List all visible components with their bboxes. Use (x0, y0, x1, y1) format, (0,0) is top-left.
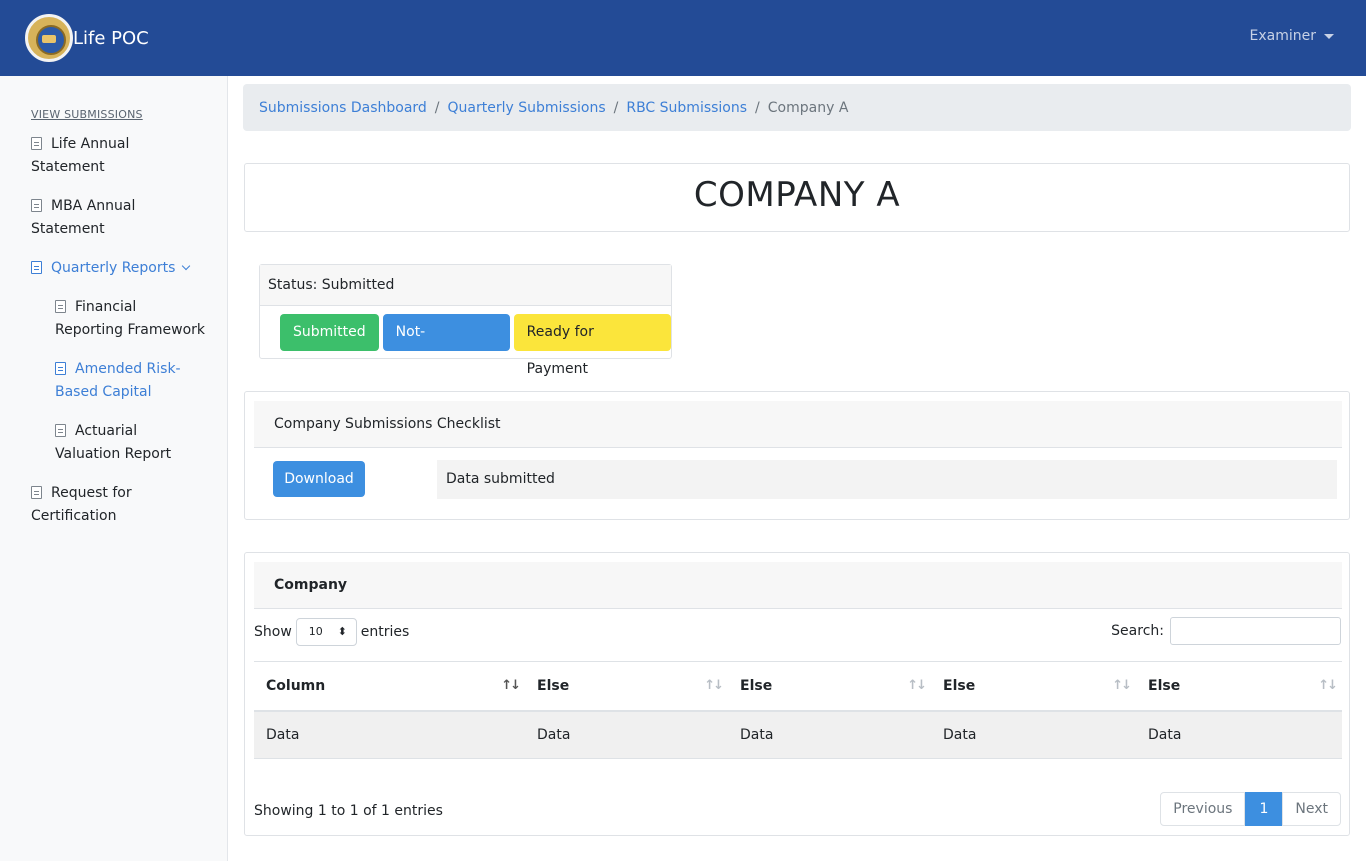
document-icon (31, 486, 42, 499)
sidebar-item-quarterly-reports[interactable]: Quarterly Reports (31, 257, 191, 280)
sidebar-item-label: Statement (31, 221, 105, 237)
table-row[interactable]: Data Data Data Data Data (254, 710, 1342, 759)
document-icon (55, 424, 66, 437)
checklist-status-text: Data submitted (437, 460, 1337, 499)
sidebar-subitem-financial-reporting-framework[interactable]: Financial Reporting Framework (55, 296, 205, 342)
status-label: Status: Submitted (260, 265, 671, 306)
sort-icon: ↑↓ (1318, 678, 1338, 693)
ready-for-payment-button[interactable]: Ready for Payment (513, 314, 671, 377)
sidebar-item-label: Certification (31, 508, 117, 524)
entries-label: entries (360, 624, 410, 640)
entries-length-control: Show 10 entries (254, 618, 409, 646)
table-cell: Data (525, 710, 728, 759)
pagination: Previous 1 Next (1160, 792, 1341, 826)
sidebar-item-label: Reporting Framework (55, 322, 206, 338)
document-icon (31, 137, 42, 150)
breadcrumb-separator: / (434, 99, 440, 116)
document-icon (55, 362, 66, 375)
not-submitted-button[interactable]: Not-Submitted (382, 314, 510, 377)
sidebar-heading[interactable]: VIEW SUBMISSIONS (31, 108, 143, 121)
chevron-down-icon (182, 261, 191, 271)
table-info: Showing 1 to 1 of 1 entries (254, 803, 443, 819)
document-icon (55, 300, 66, 313)
sidebar-item-request-for-certification[interactable]: Request for Certification (31, 482, 132, 528)
breadcrumb-separator: / (755, 99, 760, 116)
table-cell: Data (254, 710, 525, 759)
column-header[interactable]: Else ↑↓ (525, 661, 728, 712)
document-icon (31, 199, 42, 212)
column-header[interactable]: Else ↑↓ (1136, 661, 1342, 712)
user-menu-label: Examiner (1249, 28, 1316, 44)
brand-name: Life POC (73, 27, 149, 49)
breadcrumb-current: Company A (767, 99, 849, 116)
checklist-title: Company Submissions Checklist (254, 401, 1342, 448)
data-table: Column ↑↓ Else ↑↓ Else ↑↓ Else ↑↓ Else ↑↓ Dat… (254, 661, 1342, 759)
search-label: Search: (1111, 623, 1164, 639)
sort-icon: ↑↓ (1112, 678, 1132, 693)
column-header[interactable]: Column ↑↓ (254, 661, 525, 712)
column-header-label: Else (1148, 677, 1181, 694)
sort-icon: ↑↓ (704, 678, 724, 693)
page-1-button[interactable]: 1 (1245, 792, 1283, 826)
company-table-card: Company Show 10 entries Search: Column ↑↓… (244, 552, 1350, 836)
sidebar-item-label: Statement (31, 159, 105, 175)
sidebar-item-label: Amended Risk- (75, 361, 181, 377)
sidebar-item-life-annual-statement[interactable]: Life Annual Statement (31, 133, 129, 179)
submitted-button[interactable]: Submitted (280, 314, 379, 351)
sidebar-item-label: Request for (51, 485, 132, 501)
sort-icon: ↑↓ (501, 678, 521, 693)
sidebar-item-label: MBA Annual (51, 198, 136, 214)
previous-page-button[interactable]: Previous (1160, 792, 1246, 826)
page-title: COMPANY A (693, 175, 901, 215)
sidebar-item-label: Valuation Report (55, 446, 172, 462)
next-page-button[interactable]: Next (1282, 792, 1341, 826)
table-cell: Data (1136, 710, 1342, 759)
column-header[interactable]: Else ↑↓ (931, 661, 1136, 712)
show-label: Show (254, 624, 292, 640)
caret-down-icon (1324, 33, 1334, 39)
sidebar-item-label: Actuarial (75, 423, 138, 439)
document-icon (31, 261, 42, 274)
breadcrumb-submissions-dashboard[interactable]: Submissions Dashboard (259, 100, 427, 116)
sidebar-item-label: Based Capital (55, 384, 152, 400)
table-cell: Data (728, 710, 931, 759)
top-navbar: Life POC Examiner (0, 0, 1366, 76)
sidebar-subitem-actuarial-valuation-report[interactable]: Actuarial Valuation Report (55, 420, 171, 466)
breadcrumb-quarterly-submissions[interactable]: Quarterly Submissions (448, 100, 606, 116)
column-header-label: Else (740, 677, 773, 694)
entries-select[interactable]: 10 (295, 618, 357, 646)
download-button[interactable]: Download (273, 461, 365, 497)
table-card-title: Company (254, 562, 1342, 609)
breadcrumb: Submissions Dashboard / Quarterly Submis… (243, 84, 1351, 131)
seal-logo-icon (25, 14, 73, 62)
status-button-group: Submitted Not-Submitted Ready for Paymen… (280, 314, 671, 377)
sidebar-item-mba-annual-statement[interactable]: MBA Annual Statement (31, 195, 135, 241)
sidebar: VIEW SUBMISSIONS Life Annual Statement M… (0, 76, 228, 861)
sidebar-item-label: Financial (75, 299, 137, 315)
column-header-label: Column (266, 677, 326, 694)
user-menu-dropdown[interactable]: Examiner (1250, 28, 1334, 44)
search-input[interactable] (1170, 617, 1341, 645)
table-search: Search: (1111, 617, 1341, 645)
status-card: Status: Submitted Submitted Not-Submitte… (259, 264, 672, 377)
submissions-checklist-card: Company Submissions Checklist Download D… (244, 391, 1350, 520)
sidebar-subitem-amended-risk-based-capital[interactable]: Amended Risk- Based Capital (55, 358, 181, 404)
breadcrumb-rbc-submissions[interactable]: RBC Submissions (626, 100, 747, 116)
column-header-label: Else (537, 677, 570, 694)
company-title-card: COMPANY A (244, 163, 1350, 232)
table-cell: Data (931, 710, 1136, 759)
table-header-row: Column ↑↓ Else ↑↓ Else ↑↓ Else ↑↓ Else ↑↓ (254, 661, 1342, 712)
column-header[interactable]: Else ↑↓ (728, 661, 931, 712)
entries-select-value: 10 (308, 625, 323, 638)
sidebar-item-label: Life Annual (51, 136, 130, 152)
breadcrumb-separator: / (613, 99, 619, 116)
column-header-label: Else (943, 677, 976, 694)
sort-icon: ↑↓ (907, 678, 927, 693)
sidebar-item-label: Quarterly Reports (51, 260, 176, 276)
brand[interactable]: Life POC (25, 14, 149, 62)
